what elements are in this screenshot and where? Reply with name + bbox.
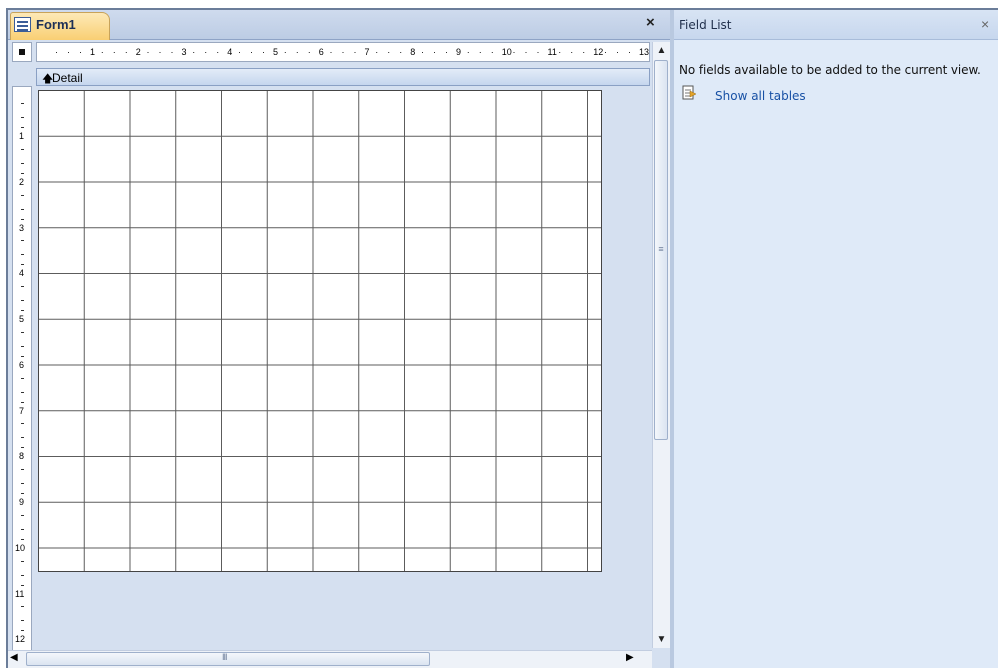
ruler-label: 8	[410, 47, 416, 57]
form-icon	[14, 17, 31, 32]
ruler-label: 7	[364, 47, 370, 57]
ruler-label: 5	[19, 314, 25, 324]
close-icon[interactable]: ×	[981, 16, 989, 32]
ruler-label: 1	[90, 47, 96, 57]
close-document-icon[interactable]: ×	[646, 14, 655, 31]
ruler-label: 1	[19, 131, 25, 141]
ruler-label: 4	[19, 268, 25, 279]
ruler-label: 6	[19, 359, 25, 370]
form-selector[interactable]	[12, 42, 32, 62]
vertical-ruler[interactable]: 1 2 3 4 5 6 7 8 9 10 11 12	[12, 86, 32, 658]
ruler-label: 6	[318, 47, 324, 57]
horizontal-ruler[interactable]: · · · · · · · · · · · · · · · · · · · · · · · · · · · · · · · · · · · · · · · 1…	[36, 42, 650, 62]
ruler-label: 11	[547, 47, 557, 57]
ruler-label: 13	[639, 47, 650, 57]
ruler-label: 3	[181, 47, 187, 57]
ruler-label: 11	[15, 588, 25, 599]
ruler-label: 10	[501, 47, 512, 57]
ruler-label: 8	[19, 451, 25, 462]
grip-icon: III	[222, 652, 227, 662]
design-grid[interactable]	[38, 90, 602, 572]
ruler-label: 3	[19, 222, 25, 233]
scroll-left-button[interactable]: ◀	[10, 652, 18, 663]
ruler-label: 2	[135, 47, 141, 57]
field-list-title: Field List	[679, 18, 732, 32]
ruler-label: 9	[19, 497, 25, 507]
field-list-message: No fields available to be added to the c…	[679, 63, 981, 77]
ruler-label: 2	[19, 176, 25, 187]
ruler-label: 7	[19, 405, 25, 416]
scroll-down-button[interactable]: ▼	[653, 631, 670, 648]
show-all-tables-link[interactable]: Show all tables	[715, 89, 806, 103]
scroll-right-button[interactable]: ▶	[626, 652, 634, 663]
ruler-label: 12	[15, 634, 26, 645]
grip-icon: ≡	[658, 244, 664, 254]
ruler-label: 5	[273, 47, 279, 57]
field-list-pane	[674, 10, 998, 668]
table-icon	[682, 85, 696, 100]
tab-title: Form1	[36, 17, 76, 32]
detail-section-bar[interactable]	[36, 68, 650, 86]
ruler-label: 4	[227, 47, 233, 57]
scroll-up-button[interactable]: ▲	[653, 42, 670, 59]
ruler-label: 10	[15, 542, 26, 553]
horizontal-scroll-thumb[interactable]	[26, 652, 430, 666]
detail-section-label: Detail	[52, 71, 83, 85]
ruler-label: 12	[593, 47, 604, 57]
ruler-label: 9	[456, 47, 462, 57]
